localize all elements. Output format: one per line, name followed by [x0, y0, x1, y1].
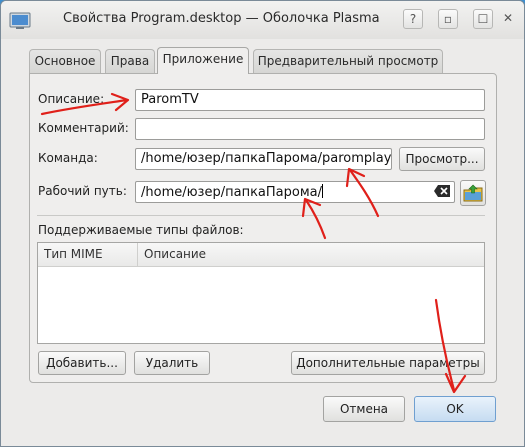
comment-label: Комментарий: — [38, 121, 129, 135]
browse-button[interactable]: Просмотр... — [399, 147, 485, 171]
close-icon: ✕ — [502, 11, 514, 25]
tab-application-label: Приложение — [162, 52, 244, 66]
tab-permissions[interactable]: Права — [105, 49, 155, 73]
add-mime-button[interactable]: Добавить... — [38, 351, 126, 375]
advanced-options-button[interactable]: Дополнительные параметры — [291, 351, 485, 375]
text-cursor — [321, 184, 323, 198]
close-button[interactable]: ✕ — [498, 9, 518, 29]
cancel-button[interactable]: Отмена — [323, 396, 405, 422]
workdir-field[interactable]: /home/юзер/папкаПарома/ — [135, 181, 455, 203]
clear-text-icon[interactable] — [433, 184, 451, 198]
tab-application[interactable]: Приложение — [157, 47, 249, 74]
maximize-button[interactable]: ☐ — [473, 9, 493, 29]
tab-general[interactable]: Основное — [29, 49, 101, 73]
help-button[interactable]: ? — [403, 9, 423, 29]
workdir-label: Рабочий путь: — [38, 184, 127, 198]
workdir-value: /home/юзер/папкаПарома/ — [141, 185, 322, 200]
app-icon — [9, 12, 31, 29]
properties-dialog: Свойства Program.desktop — Оболочка Plas… — [0, 0, 525, 447]
folder-up-icon — [463, 184, 483, 202]
tab-preview[interactable]: Предварительный просмотр — [253, 49, 443, 73]
open-folder-button[interactable] — [460, 180, 486, 206]
command-label: Команда: — [38, 151, 98, 165]
maximize-icon: ☐ — [477, 12, 489, 26]
comment-field[interactable] — [135, 118, 485, 140]
minimize-button[interactable]: ▫ — [438, 9, 458, 29]
window-title: Свойства Program.desktop — Оболочка Plas… — [63, 11, 380, 26]
tab-permissions-label: Права — [110, 54, 150, 68]
section-divider — [37, 215, 485, 216]
mime-table[interactable]: Тип MIME Описание — [37, 242, 485, 344]
minimize-icon: ▫ — [443, 12, 453, 26]
mime-section-label: Поддерживаемые типы файлов: — [38, 223, 244, 237]
tab-preview-label: Предварительный просмотр — [257, 54, 439, 68]
ok-button[interactable]: OK — [414, 396, 496, 422]
command-field[interactable]: /home/юзер/папкаПарома/paromplayer — [135, 148, 392, 170]
column-header-mime-type[interactable]: Тип MIME — [38, 243, 138, 267]
description-field[interactable]: ParomTV — [135, 89, 485, 111]
help-icon: ? — [409, 12, 417, 26]
tab-general-label: Основное — [34, 54, 96, 68]
remove-mime-button[interactable]: Удалить — [134, 351, 210, 375]
column-header-description[interactable]: Описание — [138, 243, 484, 267]
title-bar[interactable]: Свойства Program.desktop — Оболочка Plas… — [1, 1, 524, 39]
description-label: Описание: — [38, 92, 105, 106]
